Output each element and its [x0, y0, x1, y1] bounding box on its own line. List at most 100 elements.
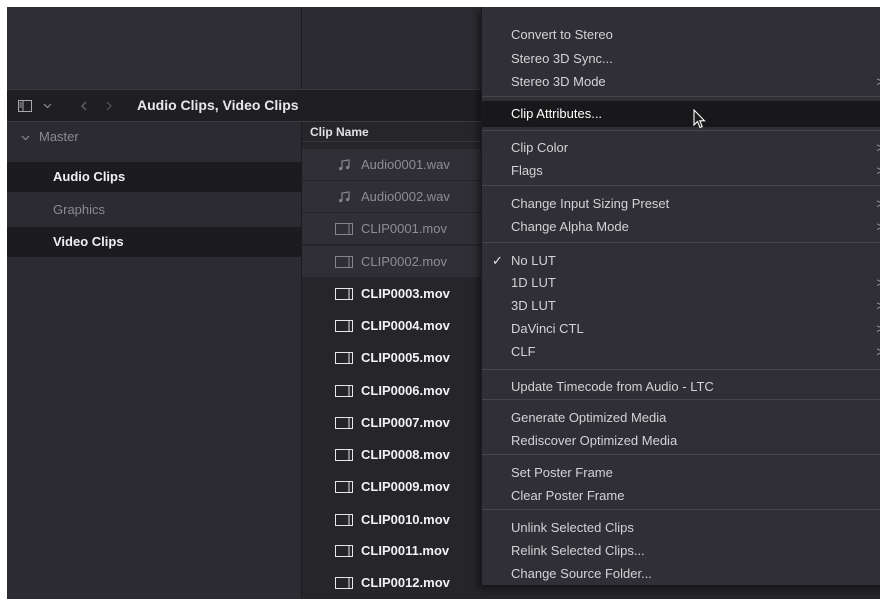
bin-sidebar: Master Audio Clips Graphics Video Clips — [7, 122, 302, 599]
menu-item-label: Unlink Selected Clips — [511, 520, 634, 535]
menu-separator — [482, 454, 880, 455]
menu-item-change-alpha-mode[interactable]: Change Alpha Mode > — [482, 216, 880, 238]
menu-item-clip-color[interactable]: Clip Color > — [482, 137, 880, 159]
menu-item-change-source-folder[interactable]: Change Source Folder... — [482, 563, 880, 585]
clip-row[interactable]: CLIP0006.mov — [302, 375, 482, 406]
video-clip-icon — [335, 351, 353, 364]
menu-item-label: Change Source Folder... — [511, 566, 652, 581]
clip-row[interactable]: CLIP0004.mov — [302, 310, 482, 341]
clip-name: CLIP0006.mov — [361, 383, 450, 398]
bin-label: Video Clips — [53, 234, 124, 249]
menu-item-generate-optimized-media[interactable]: Generate Optimized Media — [482, 407, 880, 429]
submenu-arrow-icon: > — [876, 160, 880, 182]
menu-item-label: CLF — [511, 344, 536, 359]
sidebar-toggle-icon[interactable] — [15, 90, 35, 121]
menu-item-davinci-ctl[interactable]: DaVinci CTL > — [482, 318, 880, 340]
bin-graphics[interactable]: Graphics — [7, 195, 301, 225]
menu-item-set-poster-frame[interactable]: Set Poster Frame — [482, 462, 880, 484]
menu-separator — [482, 130, 880, 131]
menu-separator — [482, 96, 880, 97]
menu-item-label: No LUT — [511, 253, 556, 268]
video-clip-icon — [335, 255, 353, 268]
forward-arrow-icon[interactable] — [102, 90, 116, 121]
menu-item-unlink-selected-clips[interactable]: Unlink Selected Clips — [482, 517, 880, 539]
menu-item-no-lut[interactable]: ✓ No LUT — [482, 250, 880, 272]
menu-item-label: Clip Color — [511, 140, 569, 155]
video-clip-icon — [335, 384, 353, 397]
menu-item-1d-lut[interactable]: 1D LUT > — [482, 272, 880, 294]
clip-row[interactable]: CLIP0009.mov — [302, 471, 482, 502]
menu-item-label: Rediscover Optimized Media — [511, 433, 678, 448]
video-clip-icon — [335, 544, 353, 557]
menu-item-stereo-3d-sync[interactable]: Stereo 3D Sync... — [482, 48, 880, 70]
bin-video-clips[interactable]: Video Clips — [7, 227, 301, 257]
menu-item-flags[interactable]: Flags > — [482, 160, 880, 182]
video-clip-icon — [335, 513, 353, 526]
clip-row[interactable]: CLIP0005.mov — [302, 342, 482, 373]
clip-row[interactable]: CLIP0007.mov — [302, 407, 482, 438]
breadcrumb: Audio Clips, Video Clips — [137, 97, 299, 113]
bin-label: Audio Clips — [53, 169, 126, 184]
menu-item-label: Stereo 3D Mode — [511, 74, 606, 89]
menu-item-rediscover-optimized-media[interactable]: Rediscover Optimized Media — [482, 430, 880, 452]
clip-name: CLIP0001.mov — [361, 221, 447, 236]
menu-item-relink-selected-clips[interactable]: Relink Selected Clips... — [482, 540, 880, 562]
menu-item-label: 3D LUT — [511, 298, 556, 313]
submenu-arrow-icon: > — [876, 193, 880, 215]
clip-row[interactable]: CLIP0008.mov — [302, 439, 482, 470]
clip-name: CLIP0005.mov — [361, 350, 450, 365]
clip-row[interactable]: Audio0001.wav — [302, 149, 482, 180]
clip-row[interactable]: CLIP0003.mov — [302, 278, 482, 309]
clip-name: CLIP0012.mov — [361, 575, 450, 590]
checkmark-icon: ✓ — [492, 253, 503, 268]
clip-name: CLIP0010.mov — [361, 512, 450, 527]
preview-area-left — [7, 7, 302, 89]
menu-separator — [482, 185, 880, 186]
menu-separator — [482, 509, 880, 510]
menu-item-label: Update Timecode from Audio - LTC — [511, 379, 714, 394]
media-pool-window: Audio Clips, Video Clips Master Audio Cl… — [7, 7, 880, 599]
submenu-arrow-icon: > — [876, 216, 880, 238]
bin-master[interactable]: Master — [7, 122, 301, 152]
menu-item-label: Flags — [511, 163, 543, 178]
clip-row[interactable]: CLIP0010.mov — [302, 504, 482, 535]
clip-row[interactable]: CLIP0001.mov — [302, 213, 482, 244]
clip-name: CLIP0003.mov — [361, 286, 450, 301]
menu-item-label: DaVinci CTL — [511, 321, 584, 336]
menu-separator — [482, 399, 880, 400]
chevron-down-icon[interactable] — [40, 90, 54, 121]
clip-name: CLIP0007.mov — [361, 415, 450, 430]
menu-item-update-timecode-from-audio-ltc[interactable]: Update Timecode from Audio - LTC — [482, 376, 880, 398]
back-arrow-icon[interactable] — [77, 90, 91, 121]
menu-item-clf[interactable]: CLF > — [482, 341, 880, 363]
menu-item-stereo-3d-mode[interactable]: Stereo 3D Mode > — [482, 71, 880, 93]
bin-audio-clips[interactable]: Audio Clips — [7, 162, 301, 192]
video-clip-icon — [335, 287, 353, 300]
clip-name: CLIP0004.mov — [361, 318, 450, 333]
submenu-arrow-icon: > — [876, 295, 880, 317]
menu-separator — [482, 369, 880, 370]
video-clip-icon — [335, 222, 353, 235]
chevron-down-icon[interactable] — [21, 124, 31, 154]
clip-row[interactable]: Audio0002.wav — [302, 181, 482, 212]
submenu-arrow-icon: > — [876, 137, 880, 159]
clip-row[interactable]: CLIP0002.mov — [302, 246, 482, 277]
clip-name: CLIP0002.mov — [361, 254, 447, 269]
menu-item-convert-to-stereo[interactable]: Convert to Stereo — [482, 24, 880, 46]
menu-separator — [482, 242, 880, 243]
clip-row[interactable]: CLIP0011.mov — [302, 535, 482, 566]
video-clip-icon — [335, 416, 353, 429]
menu-item-clip-attributes[interactable]: Clip Attributes... — [482, 101, 880, 127]
menu-item-label: Set Poster Frame — [511, 465, 613, 480]
clip-row[interactable]: CLIP0012.mov — [302, 567, 482, 598]
clip-name: Audio0002.wav — [361, 189, 450, 204]
clip-name: CLIP0009.mov — [361, 479, 450, 494]
bin-label: Graphics — [53, 202, 106, 217]
menu-item-clear-poster-frame[interactable]: Clear Poster Frame — [482, 485, 880, 507]
menu-item-3d-lut[interactable]: 3D LUT > — [482, 295, 880, 317]
submenu-arrow-icon: > — [876, 71, 880, 93]
clip-name: CLIP0008.mov — [361, 447, 450, 462]
menu-item-label: 1D LUT — [511, 275, 556, 290]
menu-item-change-input-sizing-preset[interactable]: Change Input Sizing Preset > — [482, 193, 880, 215]
video-clip-icon — [335, 448, 353, 461]
